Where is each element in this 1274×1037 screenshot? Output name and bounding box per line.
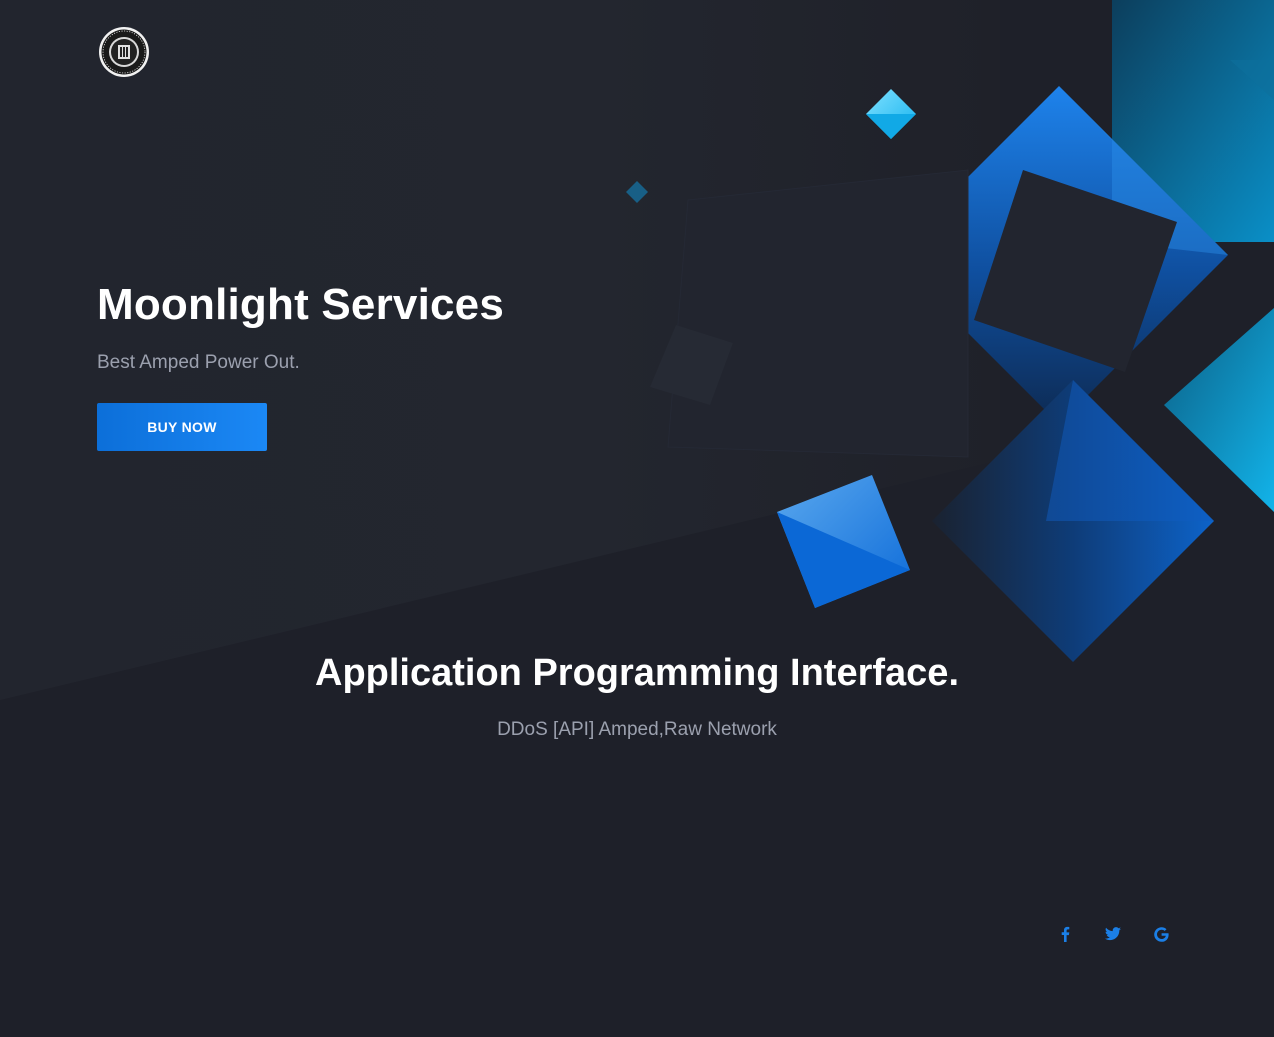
google-icon[interactable]	[1149, 922, 1173, 946]
section-title: Application Programming Interface.	[315, 652, 959, 694]
landing-page: Moonlight Services Best Amped Power Out.…	[0, 0, 1274, 1037]
section-subtitle: DDoS [API] Amped,Raw Network	[497, 719, 777, 740]
hero-title: Moonlight Services	[97, 280, 505, 329]
buy-now-button[interactable]: BUY NOW	[97, 403, 267, 451]
facebook-icon[interactable]	[1053, 922, 1077, 946]
logo-seal[interactable]	[98, 26, 150, 78]
hero-illustration	[626, 0, 1274, 662]
hero-subtitle: Best Amped Power Out.	[97, 352, 300, 373]
twitter-icon[interactable]	[1101, 922, 1125, 946]
